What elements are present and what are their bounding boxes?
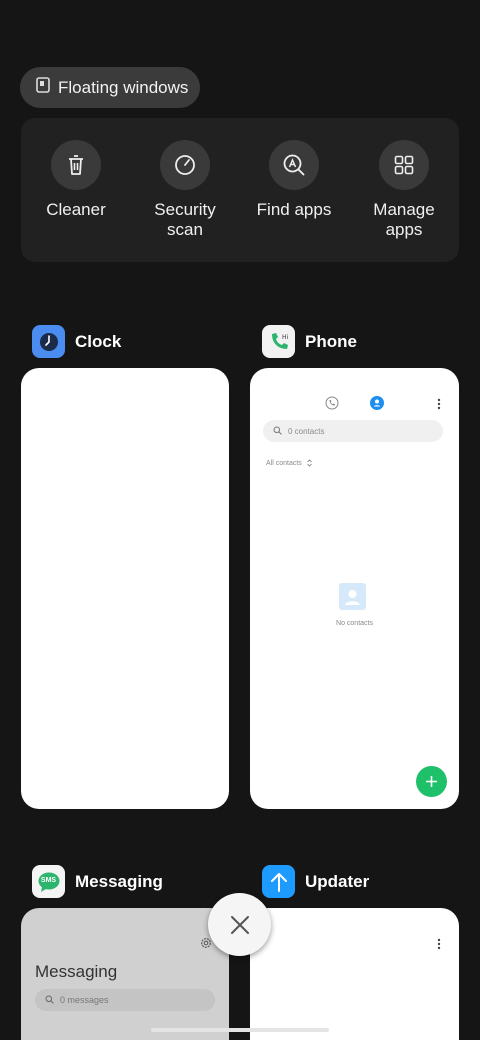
- phone-app-card[interactable]: 0 contacts All contacts No contacts: [250, 368, 459, 809]
- gauge-icon: [160, 140, 210, 190]
- contacts-search-input[interactable]: 0 contacts: [263, 420, 443, 442]
- chevron-updown-icon: [307, 454, 312, 472]
- find-apps-button[interactable]: Find apps: [244, 140, 344, 220]
- messaging-title: Messaging: [35, 962, 118, 981]
- updater-app-card[interactable]: [250, 908, 459, 1040]
- floating-window-icon: [36, 77, 50, 98]
- floating-windows-button[interactable]: Floating windows: [20, 67, 200, 108]
- empty-contacts-label: No contacts: [336, 620, 373, 627]
- floating-windows-label: Floating windows: [58, 77, 189, 97]
- clock-app-card[interactable]: [21, 368, 229, 809]
- messages-search-placeholder: 0 messages: [60, 995, 109, 1005]
- call-log-tab-icon[interactable]: [325, 396, 339, 415]
- contacts-filter-dropdown[interactable]: All contacts: [266, 454, 312, 472]
- svg-text:Hi: Hi: [282, 334, 289, 341]
- phone-app-header[interactable]: Hi Phone: [262, 325, 357, 358]
- search-icon: [273, 422, 282, 440]
- find-apps-label: Find apps: [256, 200, 332, 219]
- messaging-app-card[interactable]: Messaging 0 messages: [21, 908, 229, 1040]
- contacts-tab-icon[interactable]: [370, 396, 384, 415]
- close-icon: [230, 915, 249, 934]
- plus-icon: [426, 776, 437, 787]
- contacts-search-placeholder: 0 contacts: [288, 426, 325, 436]
- clock-icon: [32, 325, 65, 358]
- security-scan-button[interactable]: Security scan: [135, 140, 235, 240]
- sms-icon-label: SMS: [40, 877, 57, 884]
- quick-actions-panel: Cleaner Security scan Find apps Manage a…: [21, 118, 459, 262]
- clock-app-name: Clock: [75, 331, 122, 351]
- manage-apps-label: Manage apps: [373, 200, 435, 239]
- updater-app-name: Updater: [305, 871, 370, 891]
- messaging-app-name: Messaging: [75, 871, 163, 891]
- clock-app-header[interactable]: Clock: [32, 325, 121, 358]
- phone-icon: Hi: [262, 325, 295, 358]
- settings-gear-icon[interactable]: [200, 936, 212, 954]
- close-all-button[interactable]: [208, 893, 271, 956]
- manage-apps-button[interactable]: Manage apps: [354, 140, 454, 240]
- home-indicator[interactable]: [151, 1028, 329, 1032]
- security-scan-label: Security scan: [154, 200, 216, 239]
- search-apps-icon: [269, 140, 319, 190]
- add-contact-button[interactable]: [416, 766, 447, 797]
- phone-app-name: Phone: [305, 331, 357, 351]
- updater-app-header[interactable]: Updater: [262, 865, 369, 898]
- empty-contacts-icon: [338, 582, 368, 617]
- contacts-filter-label: All contacts: [266, 459, 302, 467]
- messaging-app-header[interactable]: SMS Messaging: [32, 865, 163, 898]
- cleaner-label: Cleaner: [46, 200, 106, 219]
- arrow-up-icon: [262, 865, 295, 898]
- trash-icon: [51, 140, 101, 190]
- messages-search-input[interactable]: 0 messages: [35, 989, 215, 1011]
- search-icon: [45, 991, 54, 1009]
- sms-icon: SMS: [32, 865, 65, 898]
- more-options-icon[interactable]: [437, 937, 441, 955]
- cleaner-button[interactable]: Cleaner: [26, 140, 126, 220]
- grid-icon: [379, 140, 429, 190]
- more-options-icon[interactable]: [437, 397, 441, 415]
